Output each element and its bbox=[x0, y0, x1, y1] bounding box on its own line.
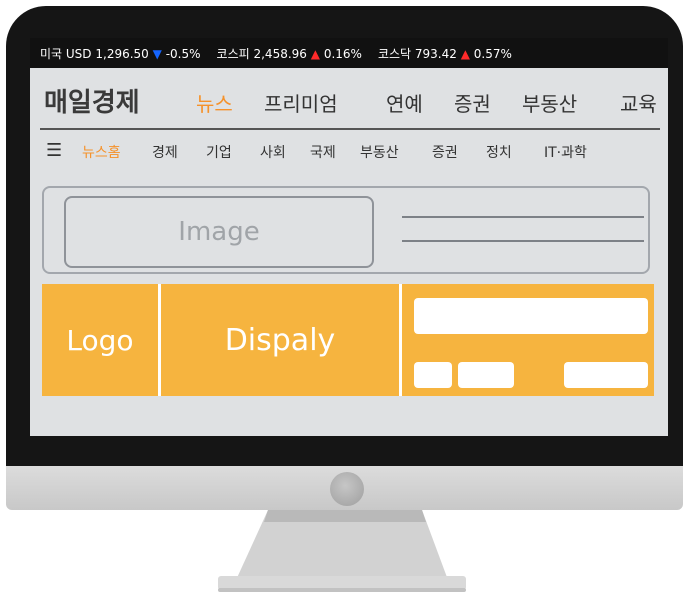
ticker-kosdaq-label: 코스닥 bbox=[377, 46, 412, 61]
banner-logo[interactable]: Logo bbox=[42, 284, 158, 396]
subnav-it-science[interactable]: IT·과학 bbox=[544, 142, 587, 162]
article-card[interactable]: Image bbox=[42, 186, 650, 274]
banner-logo-label: Logo bbox=[66, 323, 134, 357]
banner-display-label: Dispaly bbox=[224, 322, 336, 358]
image-placeholder-label: Image bbox=[178, 217, 260, 247]
text-line-placeholder bbox=[402, 216, 644, 218]
ticker-kospi-value: 2,458.96 bbox=[253, 46, 307, 61]
ticker-kospi-change: 0.16% bbox=[323, 46, 362, 61]
market-ticker: 미국 USD 1,296.50 ▼ -0.5% 코스피 2,458.96 ▲ 0… bbox=[30, 38, 668, 68]
subnav-stock[interactable]: 증권 bbox=[432, 142, 458, 162]
subnav-realestate[interactable]: 부동산 bbox=[360, 142, 399, 162]
main-header: 매일경제 뉴스 프리미엄 연예 증권 부동산 교육 bbox=[30, 68, 668, 126]
monitor-stand bbox=[218, 510, 466, 592]
banner-text-placeholder bbox=[414, 298, 648, 334]
ticker-kospi-label: 코스피 bbox=[216, 46, 250, 61]
down-arrow-icon: ▼ bbox=[152, 46, 162, 61]
banner-button-placeholder[interactable] bbox=[414, 362, 452, 388]
nav-stock[interactable]: 증권 bbox=[454, 88, 491, 117]
header-divider bbox=[40, 128, 660, 130]
nav-education[interactable]: 교육 bbox=[620, 88, 657, 117]
nav-premium[interactable]: 프리미엄 bbox=[264, 88, 338, 117]
subnav-business[interactable]: 기업 bbox=[206, 142, 232, 162]
screen: 미국 USD 1,296.50 ▼ -0.5% 코스피 2,458.96 ▲ 0… bbox=[30, 38, 668, 436]
up-arrow-icon: ▲ bbox=[460, 46, 470, 61]
subnav-international[interactable]: 국제 bbox=[310, 142, 336, 162]
nav-entertainment[interactable]: 연예 bbox=[386, 88, 423, 117]
subnav-news-home[interactable]: 뉴스홈 bbox=[82, 142, 121, 162]
ticker-usd-label: 미국 USD bbox=[40, 46, 92, 61]
banner-button-placeholder[interactable] bbox=[564, 362, 648, 388]
image-placeholder: Image bbox=[64, 196, 374, 268]
nav-realestate[interactable]: 부동산 bbox=[522, 88, 577, 117]
monitor-button-icon bbox=[330, 472, 364, 506]
ticker-kosdaq[interactable]: 코스닥 793.42 ▲ 0.57% bbox=[378, 45, 512, 62]
nav-news[interactable]: 뉴스 bbox=[196, 88, 233, 117]
subnav-economy[interactable]: 경제 bbox=[152, 142, 178, 162]
banner-divider bbox=[399, 284, 402, 396]
ticker-kospi[interactable]: 코스피 2,458.96 ▲ 0.16% bbox=[217, 45, 362, 62]
banner-display[interactable]: Dispaly bbox=[161, 284, 399, 396]
menu-icon[interactable]: ☰ bbox=[46, 142, 62, 160]
ticker-usd[interactable]: 미국 USD 1,296.50 ▼ -0.5% bbox=[40, 45, 201, 62]
site-logo[interactable]: 매일경제 bbox=[44, 82, 140, 119]
up-arrow-icon: ▲ bbox=[310, 46, 320, 61]
subnav-society[interactable]: 사회 bbox=[260, 142, 286, 162]
ticker-kosdaq-value: 793.42 bbox=[414, 46, 457, 61]
ticker-usd-value: 1,296.50 bbox=[95, 46, 149, 61]
subnav-politics[interactable]: 정치 bbox=[486, 142, 512, 162]
ticker-kosdaq-change: 0.57% bbox=[473, 46, 512, 61]
text-line-placeholder bbox=[402, 240, 644, 242]
banner-button-placeholder[interactable] bbox=[458, 362, 514, 388]
ticker-usd-change: -0.5% bbox=[165, 46, 201, 61]
display-banner: Logo Dispaly bbox=[42, 284, 654, 396]
